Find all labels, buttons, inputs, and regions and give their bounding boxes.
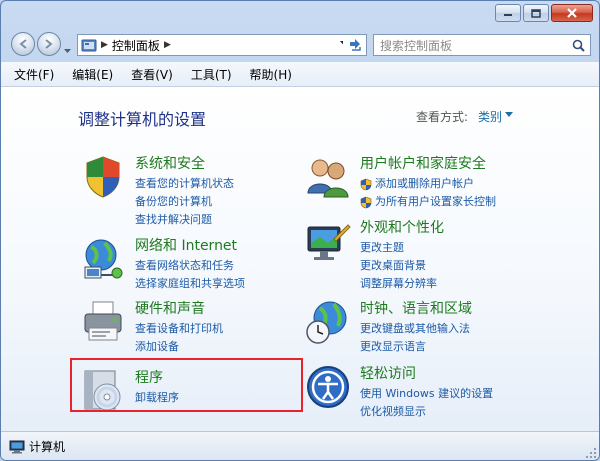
caption-buttons bbox=[495, 4, 593, 22]
menu-edit[interactable]: 编辑(E) bbox=[65, 66, 120, 83]
maximize-button[interactable] bbox=[523, 4, 549, 22]
chevron-down-icon bbox=[64, 49, 71, 53]
content-area: 调整计算机的设置 查看方式: 类别 系统和安全 查看您的计算机状态 备份您的计算… bbox=[1, 87, 599, 431]
back-button[interactable] bbox=[11, 32, 35, 56]
maximize-icon bbox=[531, 8, 541, 18]
link-backup-computer[interactable]: 备份您的计算机 bbox=[135, 193, 234, 211]
search-box[interactable]: 搜索控制面板 bbox=[373, 34, 591, 56]
view-by-dropdown[interactable]: 类别 bbox=[478, 108, 502, 125]
link-devices-printers[interactable]: 查看设备和打印机 bbox=[135, 320, 223, 338]
link-parental-controls[interactable]: 为所有用户设置家长控制 bbox=[360, 193, 496, 211]
category-title[interactable]: 外观和个性化 bbox=[360, 217, 444, 237]
refresh-icon bbox=[349, 39, 361, 51]
menu-file[interactable]: 文件(F) bbox=[7, 66, 61, 83]
close-icon bbox=[567, 8, 577, 18]
category-title[interactable]: 网络和 Internet bbox=[135, 235, 237, 255]
link-change-display-language[interactable]: 更改显示语言 bbox=[360, 338, 470, 356]
search-icon[interactable] bbox=[572, 39, 585, 52]
menu-help[interactable]: 帮助(H) bbox=[243, 66, 299, 83]
address-bar[interactable]: ▶ 控制面板 ▶ bbox=[77, 34, 367, 56]
menu-view[interactable]: 查看(V) bbox=[124, 66, 180, 83]
uac-shield-icon bbox=[360, 178, 372, 190]
navigation-bar: ▶ 控制面板 ▶ 搜索控制面板 bbox=[1, 30, 599, 60]
link-view-network-status[interactable]: 查看网络状态和任务 bbox=[135, 257, 245, 275]
link-add-remove-accounts[interactable]: 添加或删除用户帐户 bbox=[360, 175, 496, 193]
link-change-desktop-background[interactable]: 更改桌面背景 bbox=[360, 257, 437, 275]
page-title: 调整计算机的设置 bbox=[78, 110, 207, 129]
breadcrumb-control-panel[interactable]: 控制面板 bbox=[112, 37, 160, 54]
view-by-chevron-icon[interactable] bbox=[505, 112, 513, 117]
computer-icon bbox=[9, 440, 25, 453]
control-panel-folder-icon bbox=[81, 39, 97, 52]
category-title[interactable]: 系统和安全 bbox=[135, 153, 205, 173]
minimize-icon bbox=[504, 14, 512, 16]
link-troubleshoot[interactable]: 查找并解决问题 bbox=[135, 211, 234, 229]
link-homegroup-sharing[interactable]: 选择家庭组和共享选项 bbox=[135, 275, 245, 293]
breadcrumb-separator[interactable]: ▶ bbox=[164, 40, 171, 50]
printer-icon[interactable] bbox=[79, 298, 127, 346]
forward-button[interactable] bbox=[37, 32, 61, 56]
category-title[interactable]: 硬件和声音 bbox=[135, 298, 205, 318]
link-change-input-method[interactable]: 更改键盘或其他输入法 bbox=[360, 320, 470, 338]
close-button[interactable] bbox=[551, 4, 593, 22]
link-optimize-visual-display[interactable]: 优化视频显示 bbox=[360, 403, 493, 421]
globe-clock-icon[interactable] bbox=[304, 298, 352, 346]
link-adjust-resolution[interactable]: 调整屏幕分辨率 bbox=[360, 275, 437, 293]
network-icon[interactable] bbox=[79, 235, 127, 283]
category-title[interactable]: 轻松访问 bbox=[360, 363, 416, 383]
menu-bar: 文件(F) 编辑(E) 查看(V) 工具(T) 帮助(H) bbox=[1, 62, 599, 87]
forward-arrow-icon bbox=[45, 39, 53, 49]
uac-shield-icon bbox=[360, 196, 372, 208]
menu-tools[interactable]: 工具(T) bbox=[184, 66, 239, 83]
control-panel-window: ▶ 控制面板 ▶ 搜索控制面板 文件(F) 编辑(E) 查看(V) 工具(T) … bbox=[0, 0, 600, 461]
link-view-computer-status[interactable]: 查看您的计算机状态 bbox=[135, 175, 234, 193]
link-change-theme[interactable]: 更改主题 bbox=[360, 239, 437, 257]
resize-grip-icon[interactable] bbox=[585, 447, 597, 459]
link-add-device[interactable]: 添加设备 bbox=[135, 338, 223, 356]
highlight-box bbox=[70, 358, 303, 412]
category-title[interactable]: 时钟、语言和区域 bbox=[360, 298, 472, 318]
category-title[interactable]: 用户帐户和家庭安全 bbox=[360, 153, 486, 173]
breadcrumb-separator[interactable]: ▶ bbox=[101, 40, 108, 50]
status-bar: 计算机 bbox=[1, 431, 599, 460]
search-input[interactable]: 搜索控制面板 bbox=[380, 37, 572, 54]
shield-icon[interactable] bbox=[79, 153, 127, 201]
ease-of-access-icon[interactable] bbox=[304, 363, 352, 411]
users-icon[interactable] bbox=[304, 153, 352, 201]
refresh-button[interactable] bbox=[343, 34, 367, 56]
minimize-button[interactable] bbox=[495, 4, 521, 22]
link-windows-recommended-settings[interactable]: 使用 Windows 建议的设置 bbox=[360, 385, 493, 403]
back-arrow-icon bbox=[19, 39, 27, 49]
display-icon[interactable] bbox=[304, 217, 352, 265]
view-by-label: 查看方式: bbox=[416, 110, 469, 124]
status-text: 计算机 bbox=[29, 440, 66, 454]
recent-pages-dropdown[interactable] bbox=[63, 39, 72, 58]
